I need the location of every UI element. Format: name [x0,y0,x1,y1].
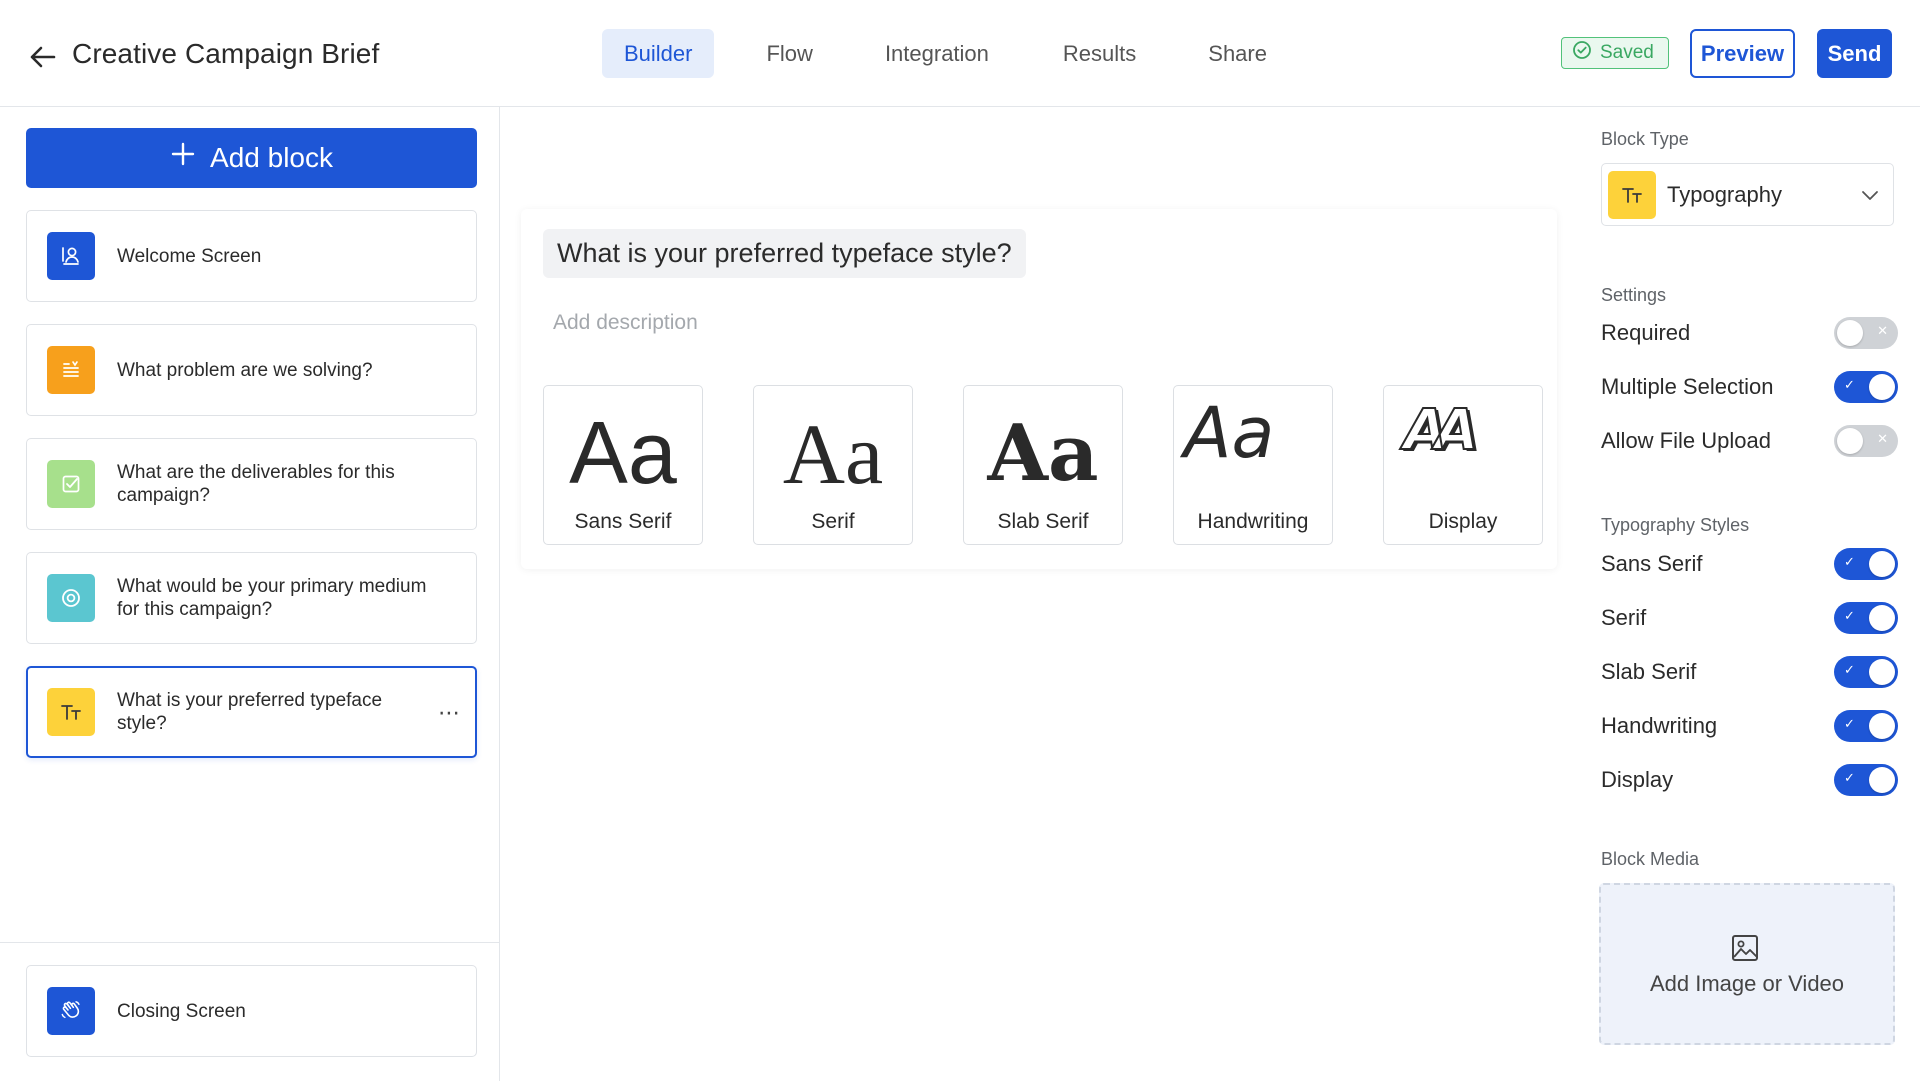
multiple-selection-toggle[interactable]: ✓ [1834,371,1898,403]
main-tabs: Builder Flow Integration Results Share [602,29,1309,78]
required-toggle[interactable]: ✕ [1834,317,1898,349]
option-serif[interactable]: Aa Serif [753,385,913,545]
block-item-welcome[interactable]: Welcome Screen [26,210,477,302]
send-button[interactable]: Send [1817,29,1892,78]
style-serif: Serif ✓ [1601,602,1898,634]
option-label: Serif [811,510,855,533]
option-label: Sans Serif [574,510,672,533]
setting-label: Display [1601,767,1674,792]
serif-toggle[interactable]: ✓ [1834,602,1898,634]
option-label: Handwriting [1197,510,1309,533]
setting-allow-file-upload: Allow File Upload ✕ [1601,425,1898,457]
block-label: Welcome Screen [117,245,262,267]
radio-icon [47,574,95,622]
typography-icon [47,688,95,736]
add-block-label: Add block [210,142,333,173]
block-label: What is your preferred typeface style? [117,690,383,734]
option-sample: Aa [1183,392,1275,474]
chevron-down-icon [1859,184,1881,211]
block-item-typeface[interactable]: What is your preferred typeface style? ⋯ [26,666,477,758]
block-item-medium[interactable]: What would be your primary medium for th… [26,552,477,644]
style-handwriting: Handwriting ✓ [1601,710,1898,742]
text-lines-icon [47,346,95,394]
block-label: What would be your primary medium for th… [117,576,427,620]
style-sans-serif: Sans Serif ✓ [1601,548,1898,580]
back-arrow-icon[interactable] [26,40,60,74]
block-media-title: Block Media [1601,849,1700,869]
slab-serif-toggle[interactable]: ✓ [1834,656,1898,688]
welcome-icon [47,232,95,280]
allow-file-upload-toggle[interactable]: ✕ [1834,425,1898,457]
preview-button[interactable]: Preview [1690,29,1795,78]
top-bar: Creative Campaign Brief Builder Flow Int… [0,0,1920,107]
setting-label: Required [1601,320,1691,345]
saved-label: Saved [1600,42,1654,63]
block-list-sidebar: Add block Welcome Screen What problem ar… [0,107,500,1081]
block-label: What are the deliverables for this campa… [117,462,395,506]
saved-status-badge: Saved [1561,37,1669,69]
handwriting-toggle[interactable]: ✓ [1834,710,1898,742]
plus-icon [170,139,196,173]
question-card: What is your preferred typeface style? A… [521,209,1557,569]
sidebar-divider [0,942,500,943]
option-sample: AA [1403,397,1480,464]
setting-label: Handwriting [1601,713,1718,738]
description-placeholder[interactable]: Add description [553,311,698,335]
setting-label: Multiple Selection [1601,374,1774,399]
option-sample: Aa [569,403,677,502]
block-item-closing[interactable]: Closing Screen [26,965,477,1057]
setting-multiple-selection: Multiple Selection ✓ [1601,371,1898,403]
option-sample: Aa [987,408,1099,499]
option-sample: Aa [782,406,884,502]
setting-required: Required ✕ [1601,317,1898,349]
checkbox-icon [47,460,95,508]
properties-panel: Block Type Typography Settings Required … [1580,107,1920,1081]
page-title: Creative Campaign Brief [72,38,380,69]
style-display: Display ✓ [1601,764,1898,796]
typography-styles-title: Typography Styles [1601,515,1750,535]
setting-label: Serif [1601,605,1647,630]
question-title-input[interactable]: What is your preferred typeface style? [543,229,1026,278]
tab-share[interactable]: Share [1186,29,1289,78]
option-slab-serif[interactable]: Aa Slab Serif [963,385,1123,545]
setting-label: Sans Serif [1601,551,1703,576]
add-block-button[interactable]: Add block [26,128,477,188]
display-toggle[interactable]: ✓ [1834,764,1898,796]
wave-hand-icon [47,987,95,1035]
setting-label: Slab Serif [1601,659,1697,684]
block-item-deliverables[interactable]: What are the deliverables for this campa… [26,438,477,530]
builder-canvas: What is your preferred typeface style? A… [501,107,1579,1081]
block-type-title: Block Type [1601,129,1689,149]
tab-builder[interactable]: Builder [602,29,715,78]
option-label: Slab Serif [997,510,1089,533]
option-sans-serif[interactable]: Aa Sans Serif [543,385,703,545]
option-label: Display [1428,510,1498,533]
block-type-value: Typography [1667,181,1782,207]
tab-integration[interactable]: Integration [863,29,1011,78]
sans-serif-toggle[interactable]: ✓ [1834,548,1898,580]
settings-title: Settings [1601,285,1667,305]
tab-results[interactable]: Results [1041,29,1158,78]
more-options-icon[interactable]: ⋯ [438,700,461,726]
check-circle-icon [1572,40,1592,66]
block-type-select[interactable]: Typography [1601,163,1894,226]
option-handwriting[interactable]: Aa Handwriting [1173,385,1333,545]
style-slab-serif: Slab Serif ✓ [1601,656,1898,688]
typography-icon [1608,170,1656,219]
tab-flow[interactable]: Flow [744,29,834,78]
block-label: What problem are we solving? [117,359,373,381]
setting-label: Allow File Upload [1601,428,1771,453]
option-display[interactable]: AA Display [1383,385,1543,545]
block-item-problem[interactable]: What problem are we solving? [26,324,477,416]
image-icon [1730,933,1760,968]
media-upload-dropzone[interactable]: Add Image or Video [1599,883,1895,1045]
block-label: Closing Screen [117,1000,246,1022]
media-upload-label: Add Image or Video [1649,971,1845,996]
